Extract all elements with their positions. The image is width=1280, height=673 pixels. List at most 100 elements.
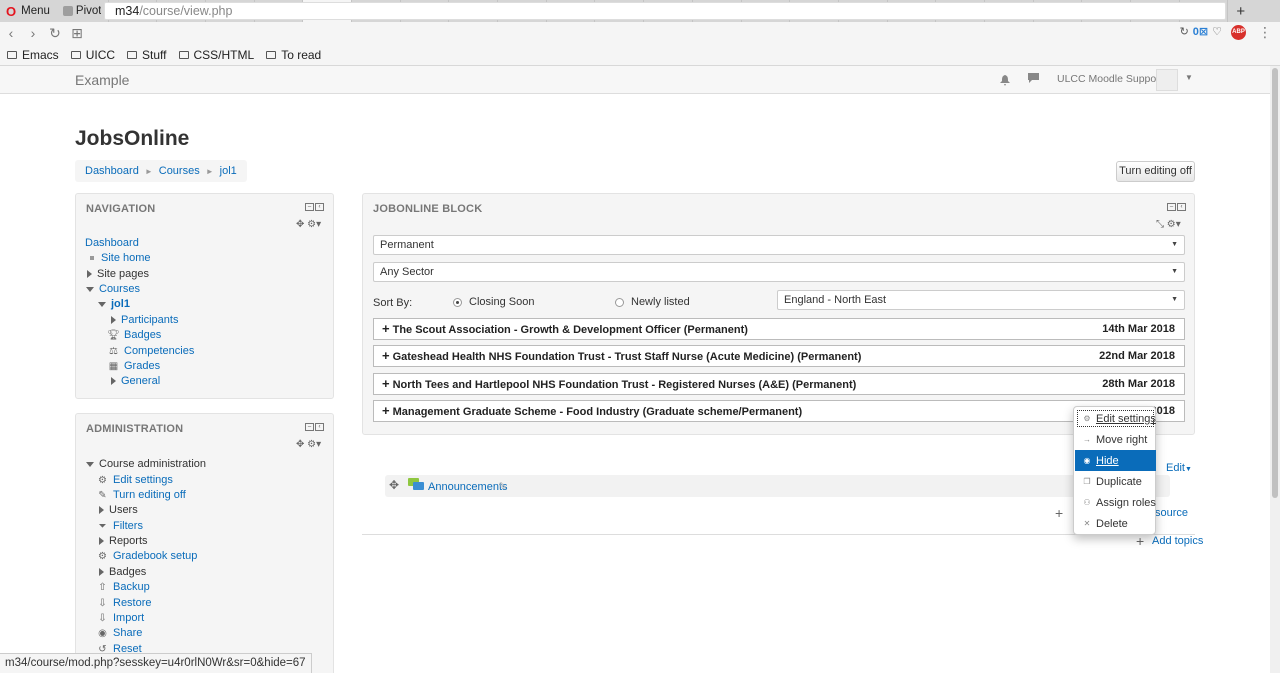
admin-restore[interactable]: ⇩ Restore: [97, 597, 152, 609]
bookmark-item[interactable]: Stuff: [120, 48, 171, 62]
dock-icon[interactable]: ‹: [1177, 203, 1186, 211]
nav-courses-label[interactable]: Courses: [99, 283, 140, 295]
admin-users[interactable]: Users: [99, 504, 138, 516]
menu-delete[interactable]: ✕ Delete: [1075, 513, 1156, 534]
messages-icon[interactable]: [1028, 73, 1039, 86]
vpn-badge-icon[interactable]: 0⊠: [1193, 25, 1208, 38]
admin-badges[interactable]: Badges: [99, 566, 146, 578]
admin-filters[interactable]: ⏷ Filters: [97, 520, 143, 532]
admin-gradebook-setup-label[interactable]: Gradebook setup: [113, 550, 197, 562]
expand-plus-icon[interactable]: +: [382, 348, 390, 363]
user-name[interactable]: ULCC Moodle Support: [1057, 73, 1163, 85]
menu-edit-settings[interactable]: ⚙ Edit settings: [1075, 408, 1156, 429]
admin-course-administration[interactable]: Course administration: [86, 458, 206, 470]
admin-edit-settings[interactable]: ⚙ Edit settings: [97, 474, 173, 486]
nav-course-label[interactable]: jol1: [111, 298, 130, 310]
admin-gradebook-setup[interactable]: ⚙ Gradebook setup: [97, 550, 197, 562]
menu-hide[interactable]: ◉ Hide: [1075, 450, 1156, 471]
forward-icon[interactable]: ›: [22, 25, 44, 41]
nav-grades[interactable]: ▦ Grades: [108, 360, 160, 372]
menu-assign-roles[interactable]: ⚇ Assign roles: [1075, 492, 1156, 513]
region-select[interactable]: England - North East ▼: [777, 290, 1185, 310]
turn-editing-off-button[interactable]: Turn editing off: [1116, 161, 1195, 182]
block-move-gear[interactable]: ✥ ⚙▾: [296, 219, 321, 230]
block-move-gear[interactable]: ✥ ⚙▾: [296, 439, 321, 450]
edit-title-pencil-icon[interactable]: ✎: [498, 480, 507, 493]
move-handle-icon[interactable]: ✥: [389, 478, 399, 492]
add-topics-link[interactable]: Add topics: [1152, 535, 1203, 547]
admin-turn-editing-off-label[interactable]: Turn editing off: [113, 489, 186, 501]
nav-competencies-label[interactable]: Competencies: [124, 345, 194, 357]
new-tab-button[interactable]: +: [1228, 3, 1253, 20]
admin-import-label[interactable]: Import: [113, 612, 144, 624]
admin-backup-label[interactable]: Backup: [113, 581, 150, 593]
nav-competencies[interactable]: ⚖ Competencies: [108, 345, 194, 357]
job-listing[interactable]: + North Tees and Hartlepool NHS Foundatio…: [373, 373, 1185, 395]
admin-edit-settings-label[interactable]: Edit settings: [113, 474, 173, 486]
nav-site-home-label[interactable]: Site home: [101, 252, 151, 264]
minimize-icon[interactable]: –: [1167, 203, 1176, 211]
nav-grades-label[interactable]: Grades: [124, 360, 160, 372]
browser-tab[interactable]: Pivot: [60, 0, 109, 22]
admin-share[interactable]: ◉ Share: [97, 627, 142, 639]
job-listing[interactable]: + The Scout Association - Growth & Develo…: [373, 318, 1185, 340]
adblock-icon[interactable]: ABP: [1231, 25, 1246, 40]
reload-icon[interactable]: ↻: [44, 25, 66, 42]
admin-filters-label[interactable]: Filters: [113, 520, 143, 532]
expand-plus-icon[interactable]: +: [382, 376, 390, 391]
nav-courses[interactable]: Courses: [86, 283, 140, 295]
expand-plus-icon[interactable]: +: [382, 321, 390, 336]
nav-participants[interactable]: Participants: [111, 314, 178, 326]
add-activity-or-resource-link[interactable]: source: [1155, 507, 1188, 519]
nav-general[interactable]: General: [111, 375, 160, 387]
heart-icon[interactable]: ♡: [1212, 25, 1222, 38]
admin-turn-editing-off[interactable]: ✎ Turn editing off: [97, 489, 186, 501]
breadcrumb-courses[interactable]: Courses: [159, 165, 200, 177]
admin-import[interactable]: ⇩ Import: [97, 612, 144, 624]
bookmark-item[interactable]: To read: [259, 48, 326, 62]
admin-share-label[interactable]: Share: [113, 627, 142, 639]
expand-plus-icon[interactable]: +: [382, 403, 390, 418]
bookmark-item[interactable]: Emacs: [0, 48, 64, 62]
admin-reports[interactable]: Reports: [99, 535, 148, 547]
minimize-icon[interactable]: –: [305, 423, 314, 431]
job-listing[interactable]: + Management Graduate Scheme - Food Indus…: [373, 400, 1185, 422]
back-icon[interactable]: ‹: [0, 25, 22, 41]
nav-site-home[interactable]: Site home: [88, 252, 151, 264]
reload-page-icon[interactable]: ↻: [1180, 25, 1189, 38]
breadcrumb-course[interactable]: jol1: [220, 165, 237, 177]
admin-backup[interactable]: ⇧ Backup: [97, 581, 150, 593]
dock-icon[interactable]: ‹: [315, 203, 324, 211]
bookmark-item[interactable]: UICC: [64, 48, 120, 62]
opera-menu-button[interactable]: O Menu: [0, 0, 60, 22]
add-activity-plus-icon[interactable]: +: [1055, 505, 1063, 521]
admin-restore-label[interactable]: Restore: [113, 597, 152, 609]
bookmark-item[interactable]: CSS/HTML: [172, 48, 260, 62]
job-listing[interactable]: + Gateshead Health NHS Foundation Trust -…: [373, 345, 1185, 367]
sort-newly-listed-radio[interactable]: Newly listed: [615, 296, 690, 308]
dock-icon[interactable]: ‹: [315, 423, 324, 431]
job-type-select[interactable]: Permanent ▼: [373, 235, 1185, 255]
user-menu-caret-icon[interactable]: ▼: [1185, 73, 1193, 82]
nav-badges[interactable]: 🏆︎ Badges: [107, 329, 161, 341]
minimize-icon[interactable]: –: [305, 203, 314, 211]
nav-dashboard[interactable]: Dashboard: [85, 237, 139, 249]
notifications-bell-icon[interactable]: [1000, 75, 1010, 86]
breadcrumb-dashboard[interactable]: Dashboard: [85, 165, 139, 177]
block-move-gear[interactable]: ⤡ ⚙▾: [1156, 219, 1181, 230]
activity-edit-menu-toggle[interactable]: Edit▼: [1166, 462, 1192, 474]
sector-select[interactable]: Any Sector ▼: [373, 262, 1185, 282]
nav-course-jol1[interactable]: jol1: [98, 298, 130, 310]
menu-dots-icon[interactable]: ⋮: [1258, 24, 1272, 41]
nav-badges-label[interactable]: Badges: [124, 329, 161, 341]
tabs-grid-icon[interactable]: ⊞: [66, 25, 88, 42]
nav-participants-label[interactable]: Participants: [121, 314, 178, 326]
menu-move-right[interactable]: → Move right: [1075, 429, 1156, 450]
add-topics-plus-icon[interactable]: +: [1136, 533, 1144, 549]
nav-general-label[interactable]: General: [121, 375, 160, 387]
url-field[interactable]: m34/course/view.php: [104, 2, 1226, 20]
sort-closing-soon-radio[interactable]: Closing Soon: [453, 296, 534, 308]
site-name[interactable]: Example: [75, 72, 129, 88]
user-avatar[interactable]: [1156, 69, 1178, 91]
nav-site-pages[interactable]: Site pages: [87, 268, 149, 280]
